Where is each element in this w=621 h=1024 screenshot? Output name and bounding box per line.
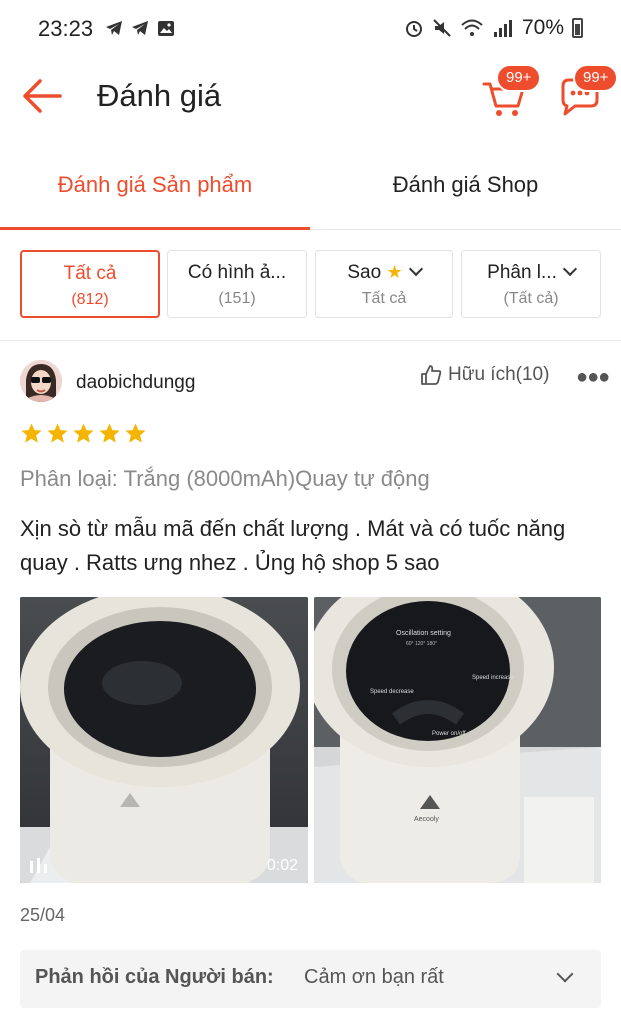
battery-icon — [572, 18, 583, 38]
filter-label: Sao — [347, 262, 382, 283]
wifi-icon — [461, 19, 483, 36]
chevron-down-icon — [562, 261, 577, 277]
arrow-left-icon — [23, 79, 62, 113]
filter-value: Tất cả — [361, 290, 407, 307]
signal-icon — [493, 20, 512, 37]
filter-count: (151) — [218, 290, 256, 307]
chat-badge: 99+ — [573, 64, 619, 92]
review-photo[interactable]: Oscillation setting 60° 120° 180° Speed … — [314, 597, 601, 883]
star-icon: ★ — [386, 262, 403, 282]
seller-reply-label: Phản hồi của Người bán: — [35, 966, 274, 988]
review-date: 25/04 — [20, 905, 66, 925]
active-tab-indicator — [0, 227, 310, 230]
filter-all[interactable]: Tất cả (812) — [20, 250, 160, 318]
seller-reply-text: Cảm ơn bạn rất — [304, 966, 444, 988]
status-notification-icons — [104, 17, 176, 39]
filter-variant[interactable]: Phân l... (Tất cả) — [461, 250, 601, 318]
video-play-icon — [30, 858, 47, 873]
review-tabs: Đánh giá Sản phẩm Đánh giá Shop — [0, 152, 621, 230]
star-icon — [21, 423, 42, 443]
filter-count: (812) — [71, 291, 109, 308]
mute-icon — [433, 19, 451, 37]
video-thumbnail — [20, 597, 308, 883]
review-filters: Tất cả (812) Có hình ả... (151) Sao ★ Tấ… — [20, 250, 601, 320]
fan-oscillation-label: Oscillation setting — [396, 630, 451, 637]
fan-speed-increase-label: Speed increase — [472, 675, 514, 681]
filter-value: (Tất cả) — [503, 290, 559, 307]
reviewer-name[interactable]: daobichdungg — [76, 372, 195, 394]
star-icon — [125, 423, 146, 443]
review-video[interactable]: 0:02 — [20, 597, 308, 883]
battery-percent: 70% — [521, 16, 564, 39]
tab-shop-reviews[interactable]: Đánh giá Shop — [310, 172, 621, 198]
filter-with-images[interactable]: Có hình ả... (151) — [167, 250, 307, 318]
telegram-icon — [132, 21, 148, 35]
alarm-icon — [405, 21, 422, 37]
filter-label: Có hình ả... — [187, 262, 287, 283]
fan-power-label: Power on/off — [432, 731, 466, 737]
helpful-count: Hữu ích(10) — [448, 364, 550, 385]
seller-reply[interactable]: Phản hồi của Người bán: Cảm ơn bạn rất — [20, 950, 601, 1008]
avatar[interactable] — [20, 360, 62, 402]
gallery-icon — [158, 21, 174, 36]
filter-label: Tất cả — [63, 263, 117, 284]
tab-product-reviews[interactable]: Đánh giá Sản phẩm — [0, 172, 310, 198]
status-time: 23:23 — [38, 16, 94, 41]
more-icon: ●●● — [576, 366, 610, 388]
more-options-button[interactable]: ●●● — [576, 366, 610, 389]
photo-thumbnail: Oscillation setting 60° 120° 180° Speed … — [314, 597, 601, 883]
star-icon — [47, 423, 68, 443]
star-icon — [73, 423, 94, 443]
chevron-down-icon[interactable] — [556, 965, 574, 983]
status-system-icons: 70% — [404, 16, 583, 40]
avatar-image — [20, 360, 62, 402]
video-duration: 0:02 — [266, 857, 298, 874]
rating-stars — [20, 422, 147, 445]
star-icon — [99, 423, 120, 443]
cart-badge: 99+ — [496, 64, 542, 92]
filter-label: Phân l... — [487, 262, 557, 283]
back-button[interactable] — [20, 76, 64, 116]
status-bar: 23:23 70% — [0, 0, 621, 60]
page-title: Đánh giá — [97, 78, 222, 113]
divider — [0, 340, 621, 341]
helpful-button[interactable]: Hữu ích(10) — [420, 364, 549, 386]
chevron-down-icon — [408, 261, 423, 277]
review-text: Xịn sò từ mẫu mã đến chất lượng . Mát và… — [20, 516, 566, 575]
fan-brand-label: Aecooly — [414, 816, 439, 823]
filter-stars[interactable]: Sao ★ Tất cả — [315, 250, 453, 318]
product-variant: Phân loại: Trắng (8000mAh)Quay tự động — [20, 466, 430, 491]
fan-speed-decrease-label: Speed decrease — [370, 689, 414, 695]
fan-angles-label: 60° 120° 180° — [406, 641, 437, 647]
app-header: Đánh giá 99+ 99+ — [0, 60, 621, 132]
thumbs-up-icon — [421, 365, 442, 385]
telegram-icon — [106, 21, 122, 35]
